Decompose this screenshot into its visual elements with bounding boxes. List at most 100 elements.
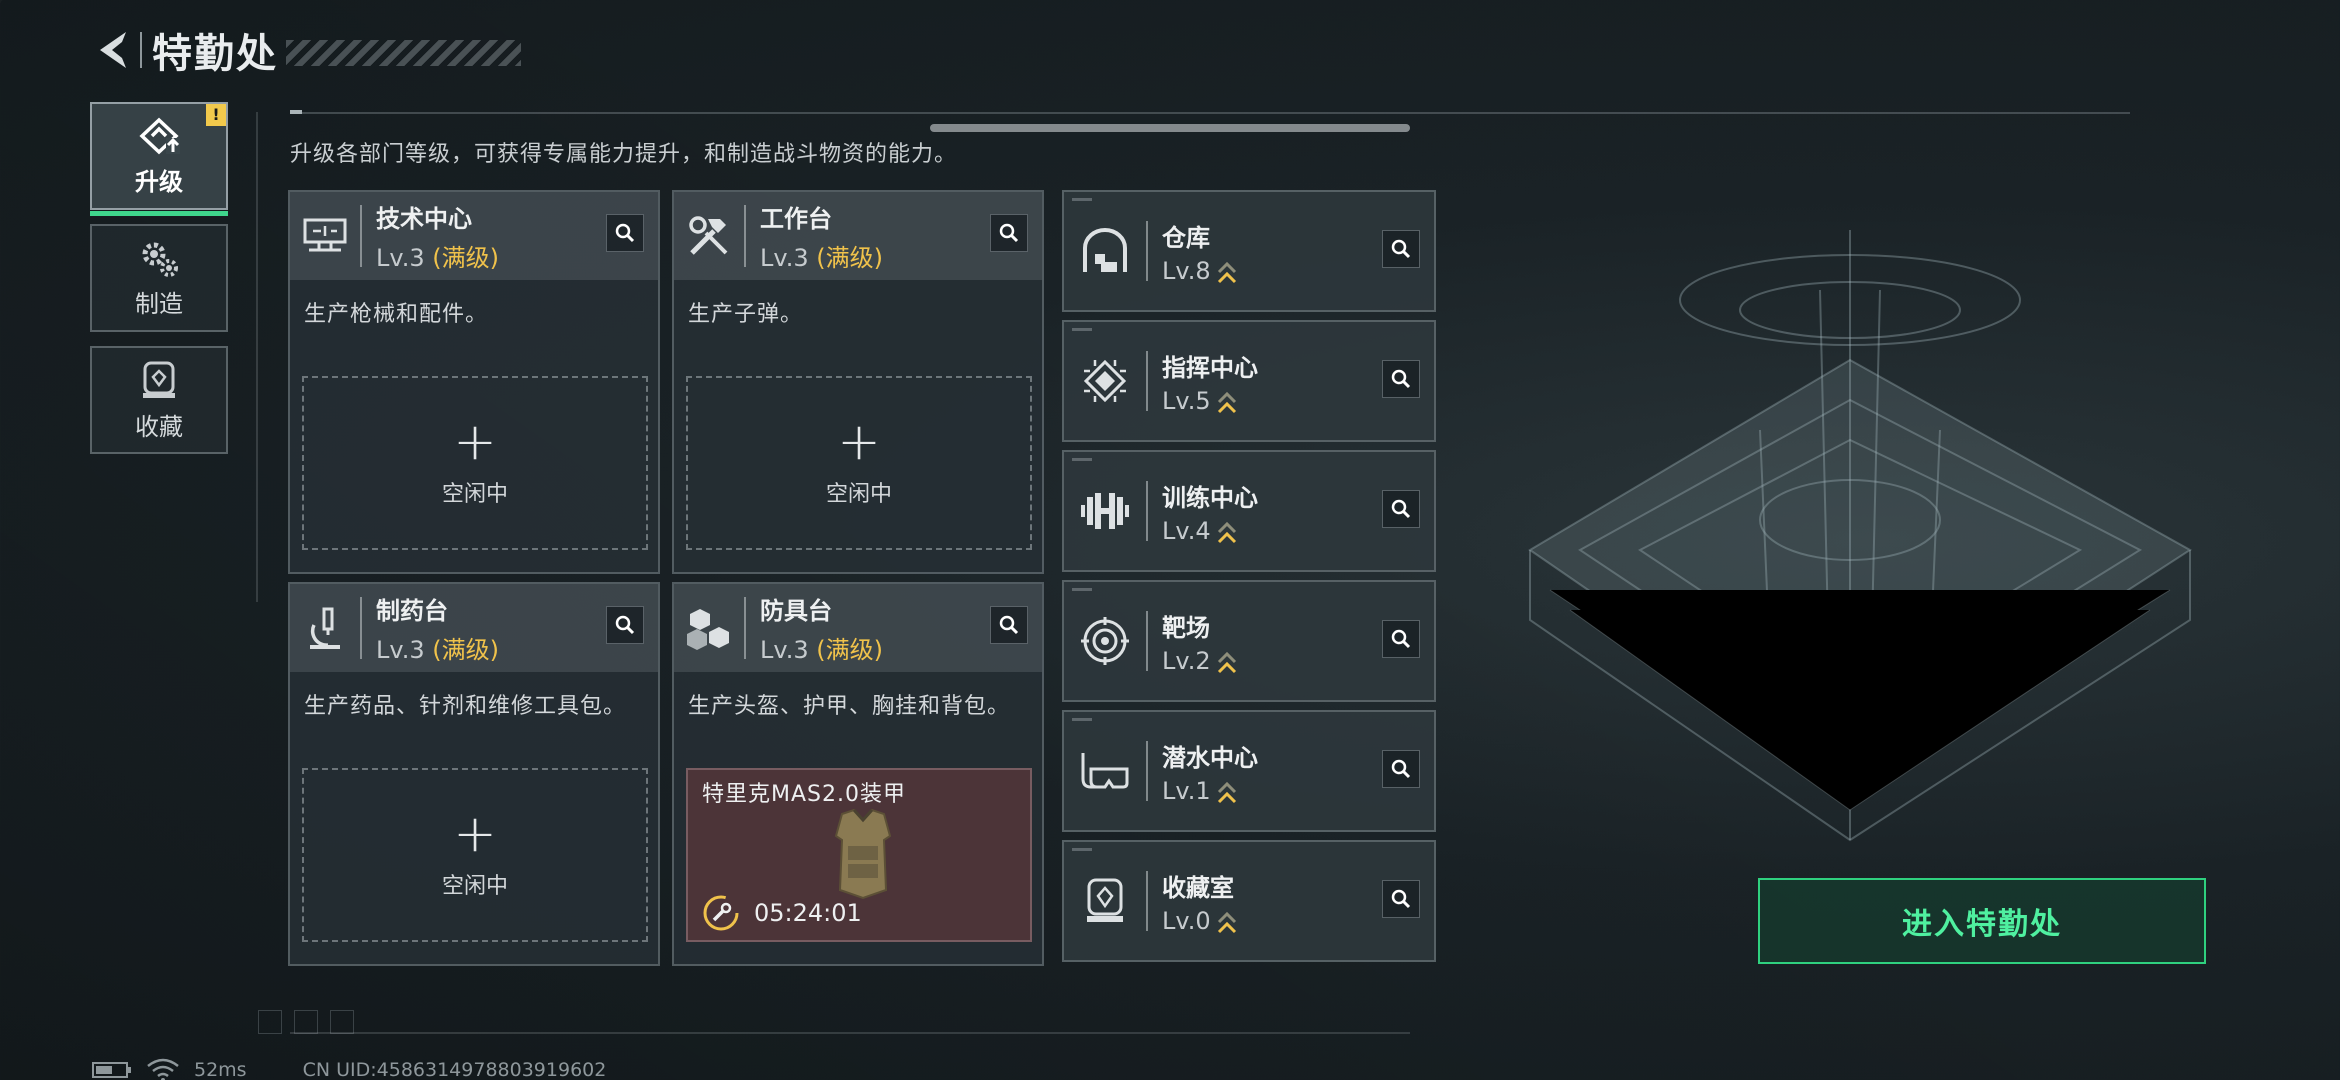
building-warehouse[interactable]: 仓库 Lv.8 <box>1062 190 1436 312</box>
search-icon <box>1391 759 1411 779</box>
tab-craft[interactable]: 制造 <box>90 224 228 332</box>
workshop-name: 防具台 <box>760 597 832 625</box>
search-button[interactable] <box>606 606 644 644</box>
card-separator <box>360 597 362 659</box>
building-name: 仓库 <box>1162 223 1210 252</box>
building-level: Lv.5 <box>1162 387 1258 415</box>
building-name: 潜水中心 <box>1162 743 1258 772</box>
building-level: Lv.8 <box>1162 257 1237 285</box>
enter-facility-button[interactable]: 进入特勤处 <box>1758 878 2206 964</box>
workshop-card-pharmacy[interactable]: 制药台 Lv.3 (满级) 生产药品、针剂和维修工具包。 + 空闲中 <box>288 582 660 966</box>
card-separator <box>1146 611 1148 671</box>
workshop-card-tech-center[interactable]: 技术中心 Lv.3 (满级) 生产枪械和配件。 + 空闲中 <box>288 190 660 574</box>
building-name: 收藏室 <box>1162 873 1234 902</box>
workshop-name: 技术中心 <box>376 205 472 233</box>
search-button[interactable] <box>1382 230 1420 268</box>
card-header: 防具台 Lv.3 (满级) <box>674 584 1042 672</box>
crafting-time-remaining: 05:24:01 <box>754 899 862 927</box>
card-header: 制药台 Lv.3 (满级) <box>290 584 658 672</box>
search-button[interactable] <box>1382 360 1420 398</box>
workshop-level: Lv.3 (满级) <box>376 630 499 665</box>
workshop-name: 制药台 <box>376 597 448 625</box>
building-command-center[interactable]: 指挥中心 Lv.5 <box>1062 320 1436 442</box>
search-button[interactable] <box>990 214 1028 252</box>
tab-upgrade[interactable]: ! 升级 <box>90 102 228 216</box>
level-value: Lv.0 <box>1162 906 1211 935</box>
tools-icon <box>674 192 744 280</box>
back-button[interactable] <box>88 22 136 78</box>
diving-mask-icon <box>1064 710 1146 832</box>
building-shooting-range[interactable]: 靶场 Lv.2 <box>1062 580 1436 702</box>
workshop-card-armor-bench[interactable]: 防具台 Lv.3 (满级) 生产头盔、护甲、胸挂和背包。 特里克MAS2.0装甲… <box>672 582 1044 966</box>
level-value: Lv.3 <box>376 244 425 272</box>
wifi-icon <box>147 1058 179 1080</box>
building-diving-center[interactable]: 潜水中心 Lv.1 <box>1062 710 1436 832</box>
page-description: 升级各部门等级，可获得专属能力提升，和制造战斗物资的能力。 <box>290 142 958 167</box>
search-icon <box>999 223 1019 243</box>
building-level: Lv.4 <box>1162 517 1258 545</box>
production-slot[interactable]: + 空闲中 <box>686 376 1032 550</box>
search-button[interactable] <box>1382 880 1420 918</box>
card-separator <box>1146 481 1148 541</box>
computer-icon <box>290 192 360 280</box>
workshop-level: Lv.3 (满级) <box>760 630 883 665</box>
slot-status: 空闲中 <box>825 482 892 507</box>
facility-hologram <box>1490 190 2250 914</box>
tab-craft-label: 制造 <box>135 289 183 318</box>
command-chip-icon <box>1064 320 1146 442</box>
armor-cubes-icon <box>674 584 744 672</box>
search-icon <box>1391 889 1411 909</box>
status-footer: 52ms CN UID:4586314978803919602 <box>92 1058 606 1080</box>
max-level-label: (满级) <box>816 636 883 664</box>
title-decoration <box>286 40 521 66</box>
plus-icon: + <box>837 412 881 472</box>
craft-gears-icon <box>142 242 178 277</box>
workshop-description: 生产子弹。 <box>688 302 804 327</box>
crafting-timer: 05:24:01 <box>702 894 862 932</box>
collection-room-icon <box>1064 840 1146 962</box>
page-title: 特勤处 <box>152 31 278 77</box>
building-collection-room[interactable]: 收藏室 Lv.0 <box>1062 840 1436 962</box>
tab-collection[interactable]: 收藏 <box>90 346 228 454</box>
building-level: Lv.0 <box>1162 907 1237 935</box>
plus-icon: + <box>453 412 497 472</box>
top-rule <box>290 112 2130 114</box>
card-header: 工作台 Lv.3 (满级) <box>674 192 1042 280</box>
search-button[interactable] <box>1382 750 1420 788</box>
battery-icon <box>92 1062 131 1078</box>
max-level-label: (满级) <box>816 244 883 272</box>
level-value: Lv.1 <box>1162 776 1211 805</box>
production-slot[interactable]: + 空闲中 <box>302 768 648 942</box>
search-icon <box>999 615 1019 635</box>
search-icon <box>1391 499 1411 519</box>
workshop-name: 工作台 <box>760 205 832 233</box>
card-separator <box>1146 221 1148 281</box>
level-value: Lv.3 <box>760 636 809 664</box>
production-slot[interactable]: + 空闲中 <box>302 376 648 550</box>
level-value: Lv.2 <box>1162 646 1211 675</box>
network-latency: 52ms <box>194 1059 247 1080</box>
search-button[interactable] <box>1382 490 1420 528</box>
top-rule-accent <box>290 110 302 114</box>
back-arrow-icon <box>100 32 126 68</box>
dumbbell-icon <box>1064 450 1146 572</box>
search-icon <box>615 223 635 243</box>
workshop-card-workbench[interactable]: 工作台 Lv.3 (满级) 生产子弹。 + 空闲中 <box>672 190 1044 574</box>
search-button[interactable] <box>1382 620 1420 658</box>
building-training-center[interactable]: 训练中心 Lv.4 <box>1062 450 1436 572</box>
upgradable-chevron-icon <box>1217 651 1236 673</box>
collection-icon <box>143 361 175 398</box>
search-button[interactable] <box>606 214 644 252</box>
workshop-description: 生产药品、针剂和维修工具包。 <box>304 694 627 719</box>
horizontal-scrollbar[interactable] <box>930 124 1410 132</box>
page-header: 特勤处 <box>88 22 521 78</box>
max-level-label: (满级) <box>432 636 499 664</box>
upgrade-icon <box>139 117 180 154</box>
building-name: 训练中心 <box>1162 483 1258 512</box>
upgradable-chevron-icon <box>1217 391 1236 413</box>
production-slot-busy[interactable]: 特里克MAS2.0装甲 05:24:01 <box>686 768 1032 942</box>
search-icon <box>615 615 635 635</box>
search-button[interactable] <box>990 606 1028 644</box>
workshop-description: 生产头盔、护甲、胸挂和背包。 <box>688 694 1011 719</box>
level-value: Lv.5 <box>1162 386 1211 415</box>
